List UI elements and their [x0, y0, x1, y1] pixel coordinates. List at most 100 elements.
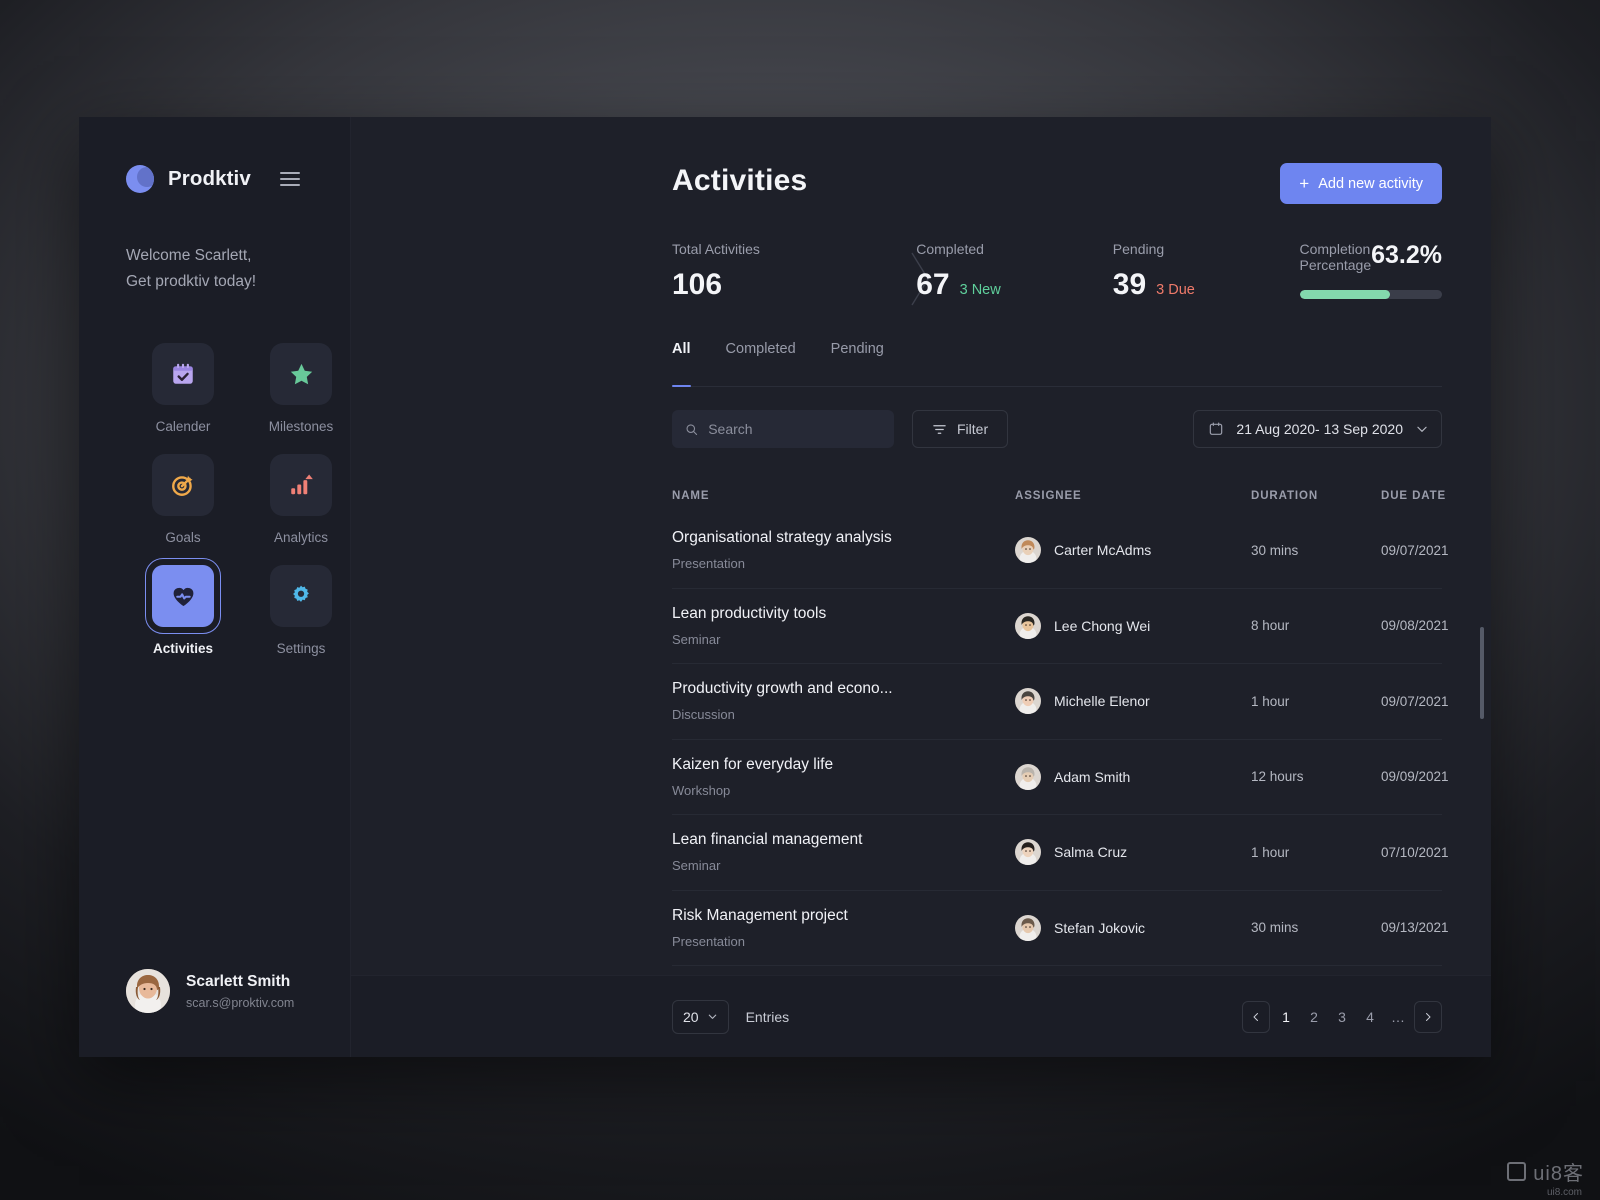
sidebar-user-profile[interactable]: Scarlett Smith scar.s@proktiv.com: [79, 969, 350, 1057]
watermark-sub: ui8.com: [1546, 1187, 1582, 1198]
assignee-cell: Carter McAdms: [1015, 537, 1251, 564]
avatar: [1015, 612, 1041, 639]
entries-per-page-select[interactable]: 20: [672, 999, 729, 1034]
activity-name: Kaizen for everyday life: [672, 755, 834, 773]
activity-type: Presentation: [672, 933, 745, 949]
assignee-cell: Lee Chong Wei: [1015, 612, 1251, 639]
pagination-page-2[interactable]: 2: [1302, 1001, 1326, 1033]
stat-value: 106: [672, 268, 723, 301]
add-new-activity-button[interactable]: + Add new activity: [1280, 163, 1442, 204]
due-date-cell: 09/07/2021: [1381, 693, 1449, 709]
sidebar-item-label: Calender: [155, 419, 211, 434]
tab-pending[interactable]: Pending: [831, 341, 884, 386]
search-input[interactable]: [708, 421, 881, 437]
stat-pending: Pending 39 3 Due: [1113, 241, 1300, 302]
filter-button[interactable]: Filter: [912, 410, 1009, 448]
sidebar-item-analytics[interactable]: Analytics: [242, 454, 360, 545]
bar-chart-arrow-icon: [291, 474, 313, 495]
stat-divider-chevron: [886, 249, 930, 307]
pagination-next-button[interactable]: [1414, 1000, 1442, 1033]
column-header-due-date: DUE DATE: [1381, 490, 1447, 502]
progress-fill: [1299, 290, 1390, 299]
activity-name: Risk Management project: [672, 906, 848, 924]
table-row[interactable]: Lean productivity tools Seminar Lee Chon…: [672, 589, 1449, 664]
avatar: [126, 969, 170, 1013]
pagination-page-4[interactable]: 4: [1358, 1001, 1382, 1033]
sidebar-item-activities[interactable]: Activities: [124, 558, 242, 656]
star-icon: [290, 363, 312, 384]
duration-cell: 30 mins: [1251, 542, 1299, 558]
pagination: 1 2 3 4 …: [1242, 1000, 1442, 1033]
stat-completion-percentage: Completion Percentage 63.2%: [1299, 241, 1442, 299]
heartbeat-icon: [173, 587, 193, 606]
sidebar-item-label: Activities: [152, 641, 214, 656]
tab-completed[interactable]: Completed: [726, 341, 796, 386]
table-header-row: NAME ASSIGNEE DURATION DUE DATE STATUS A…: [672, 479, 1445, 513]
sidebar-item-label: Goals: [165, 530, 201, 545]
due-date-cell: 09/07/2021: [1381, 542, 1449, 558]
avatar: [1015, 537, 1041, 564]
pagination-prev-button[interactable]: [1242, 1000, 1270, 1033]
watermark: ui8客: [1507, 1157, 1584, 1186]
table-row[interactable]: Risk Management project Presentation Ste…: [672, 891, 1449, 966]
filter-icon: [933, 424, 946, 434]
stat-value: 39: [1112, 268, 1147, 301]
avatar: [1015, 688, 1041, 715]
activity-type: Presentation: [672, 556, 745, 572]
duration-cell: 30 mins: [1251, 920, 1299, 936]
pagination-page-1[interactable]: 1: [1274, 1001, 1298, 1033]
activity-name: Organisational strategy analysis: [672, 529, 892, 547]
duration-cell: 1 hour: [1251, 844, 1290, 860]
table-controls: Filter 21 Aug 2020- 13 Sep 2020: [672, 409, 1442, 449]
table-row[interactable]: Organisational strategy analysis Present…: [672, 513, 1449, 589]
pagination-page-3[interactable]: 3: [1330, 1001, 1354, 1033]
table-row-partially-visible[interactable]: Financial debt: [672, 966, 1442, 975]
search-icon: [686, 423, 698, 435]
sidebar-item-settings[interactable]: Settings: [242, 565, 360, 656]
completion-percentage-value: 63.2%: [1371, 241, 1442, 269]
search-box[interactable]: [672, 410, 894, 448]
activity-type: Seminar: [672, 858, 721, 874]
activity-name: Lean productivity tools: [672, 604, 827, 622]
watermark-icon: [1507, 1162, 1527, 1181]
column-header-name: NAME: [672, 490, 710, 502]
circle-logo-icon: [126, 165, 154, 193]
stat-label: Pending: [1112, 241, 1165, 257]
sidebar-item-goals[interactable]: Goals: [124, 454, 242, 545]
table-row[interactable]: Productivity growth and econo... Discuss…: [672, 664, 1449, 740]
tab-all[interactable]: All: [672, 341, 691, 387]
stat-sub-due: 3 Due: [1156, 282, 1195, 298]
avatar: [1015, 839, 1041, 866]
assignee-name: Adam Smith: [1054, 768, 1131, 785]
activity-type: Discussion: [672, 707, 735, 723]
due-date-cell: 09/13/2021: [1381, 920, 1449, 936]
welcome-line-1: Welcome Scarlett,: [126, 247, 252, 264]
column-header-duration: DURATION: [1251, 490, 1319, 502]
assignee-cell: Stefan Jokovic: [1015, 914, 1251, 941]
activity-name-cell: Lean financial management Seminar: [672, 831, 1015, 873]
filter-label: Filter: [957, 421, 989, 437]
hamburger-icon[interactable]: [280, 172, 300, 186]
date-range-picker[interactable]: 21 Aug 2020- 13 Sep 2020: [1193, 410, 1442, 448]
stat-value: 67: [916, 268, 950, 301]
activity-tabs: All Completed Pending: [672, 341, 1442, 387]
assignee-cell: Adam Smith: [1015, 763, 1251, 790]
table-row[interactable]: Lean financial management Seminar Salma …: [672, 815, 1449, 891]
duration-cell: 12 hours: [1251, 769, 1304, 785]
date-range-value: 21 Aug 2020- 13 Sep 2020: [1236, 421, 1403, 437]
vertical-scrollbar-thumb[interactable]: [1480, 627, 1484, 719]
assignee-cell: Salma Cruz: [1015, 839, 1251, 866]
sidebar-item-milestones[interactable]: Milestones: [242, 343, 360, 434]
sidebar: Prodktiv Welcome Scarlett, Get prodktiv …: [79, 117, 351, 1057]
sidebar-item-label: Settings: [276, 641, 326, 656]
due-date-cell: 09/09/2021: [1381, 769, 1449, 785]
activity-name-cell: Risk Management project Presentation: [672, 907, 1015, 949]
completion-progress-bar: [1299, 290, 1442, 299]
sidebar-item-calender[interactable]: Calender: [124, 343, 242, 434]
content-scroll-area: Activities + Add new activity Total Acti…: [351, 117, 1491, 975]
table-row[interactable]: Kaizen for everyday life Workshop Adam S…: [672, 740, 1449, 815]
activity-name-cell: Kaizen for everyday life Workshop: [672, 756, 1015, 798]
target-icon: [172, 475, 193, 496]
pagination-ellipsis: …: [1391, 1008, 1405, 1025]
entries-label: Entries: [745, 1008, 790, 1025]
